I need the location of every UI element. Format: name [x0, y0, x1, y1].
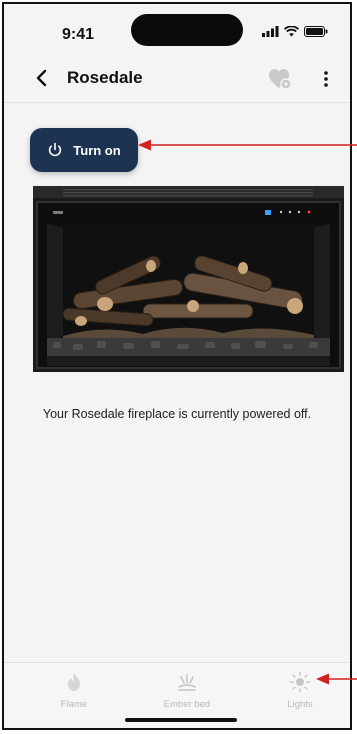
phone-frame: 9:41 Rosedale Turn on Your Rosedale fire… [2, 2, 352, 730]
tab-flame-label: Flame [60, 699, 88, 710]
home-indicator [125, 718, 237, 722]
system-icons [262, 26, 328, 37]
flame-icon [68, 673, 80, 691]
status-time: 9:41 [62, 26, 95, 43]
back-chevron-icon[interactable] [32, 68, 52, 88]
tab-lights-label: Lights [287, 699, 313, 710]
status-bar: 9:41 [4, 4, 350, 56]
signal-icon [262, 26, 279, 37]
fireplace-image [33, 186, 344, 372]
tab-lights[interactable]: Lights [250, 671, 350, 710]
tab-flame[interactable]: Flame [24, 671, 124, 710]
page-title: Rosedale [67, 68, 143, 87]
turn-on-button[interactable]: Turn on [30, 128, 138, 172]
dynamic-island [131, 14, 243, 46]
sun-icon [289, 671, 311, 693]
favorite-settings-icon[interactable] [268, 68, 292, 90]
ember-bed-icon [178, 674, 196, 691]
more-options-icon[interactable] [320, 68, 332, 90]
power-icon [49, 142, 62, 157]
nav-bar: Rosedale [4, 56, 350, 102]
tab-ember-bed[interactable]: Ember bed [137, 671, 237, 710]
battery-icon [304, 26, 328, 37]
tab-ember-bed-label: Ember bed [163, 699, 211, 710]
turn-on-label: Turn on [73, 142, 121, 158]
header-divider [4, 102, 350, 103]
wifi-icon [284, 26, 299, 37]
status-message: Your Rosedale fireplace is currently pow… [42, 407, 312, 421]
